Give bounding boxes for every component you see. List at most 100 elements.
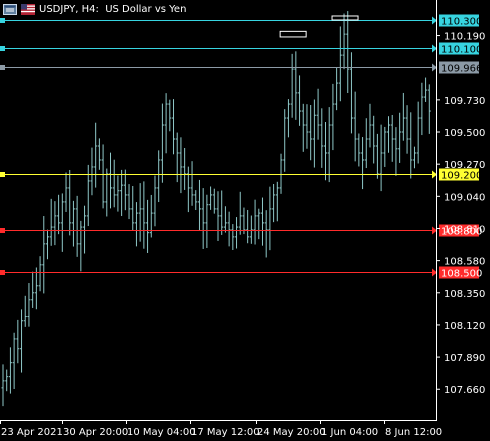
price-tick-label: 108.580 [444,257,485,268]
price-bar [246,209,250,244]
level-handle[interactable] [0,270,5,275]
price-bar [134,202,138,247]
price-chart[interactable]: 110.300 110.100 109.966 109.200 108.800 108.5… [0,0,490,441]
price-bar [420,82,424,136]
price-bar [309,105,313,161]
price-tick-label: 109.730 [444,96,485,107]
level-label: 110.300 [441,17,482,28]
price-bar [342,13,346,70]
price-bar [375,133,379,179]
price-bar [368,103,372,148]
price-bar [212,188,216,214]
price-bar [412,146,416,169]
price-tick-label: 108.810 [444,224,485,235]
price-bar [209,186,213,210]
price-bar [186,166,190,213]
price-bar [168,99,172,132]
price-bar [290,53,294,118]
chart-header: USDJPY, H4: US Dollar vs Yen [3,2,186,16]
price-bar [83,205,87,254]
price-bar [275,181,279,222]
window-icon[interactable] [3,3,17,15]
time-axis-label: 10 May 04:00 [127,427,196,438]
price-bar [127,184,131,220]
level-handle[interactable] [0,65,5,70]
time-axis-label: 8 Jun 12:00 [385,427,442,438]
price-bar [138,183,142,242]
price-bar [190,161,194,206]
price-bar [331,83,335,151]
price-bar [194,190,198,210]
price-bar [227,211,231,247]
price-bar [320,108,324,168]
price-bar [361,137,365,190]
price-bar [120,169,124,217]
price-bar [16,319,20,364]
price-bar [372,115,376,164]
price-bar [75,195,79,257]
time-axis-label: 1 Jun 04:00 [321,427,378,438]
level-line-cyan[interactable]: 110.100 [0,42,482,56]
price-bar [427,84,431,134]
price-bar [131,186,135,231]
price-bar [57,194,61,235]
price-bar [238,191,242,235]
price-bar [79,220,83,272]
price-tick-label: 109.270 [444,160,485,171]
price-bar [68,169,72,236]
price-bar [231,224,235,251]
price-bar [220,190,224,235]
price-bar [286,99,290,138]
price-bar [105,168,109,217]
price-bar [387,116,391,153]
price-levels: 110.300 110.100 109.966 109.200 108.800 108.5… [0,14,482,280]
price-bar [112,159,116,208]
level-handle[interactable] [0,228,5,233]
price-bar [197,179,201,231]
time-axis-label: 23 Apr 2021 [1,427,63,438]
level-handle[interactable] [0,46,5,51]
price-bar [123,169,127,211]
price-bar [353,91,357,162]
price-tick-label: 107.890 [444,353,485,364]
price-axis-ticks: 110.190 109.730 109.500 109.270 109.040 108.8… [436,32,485,396]
price-bar [20,309,24,373]
price-bar [183,147,187,190]
price-bar [1,364,5,407]
price-bar [390,114,394,162]
price-bar [409,112,413,179]
price-bar [424,77,428,102]
price-bar [205,194,209,248]
level-handle[interactable] [0,172,5,177]
price-bar [294,51,298,120]
price-bar [357,133,361,167]
level-handle[interactable] [0,18,5,23]
price-bar [338,26,342,102]
level-line-yellow[interactable]: 109.200 [0,168,482,182]
range-box[interactable] [331,15,359,21]
price-tick-label: 109.500 [444,128,485,139]
price-bar [324,121,327,181]
price-bar [364,118,368,169]
price-bar [235,217,239,249]
price-bar [146,199,150,253]
level-line-red[interactable]: 108.500 [0,266,482,280]
level-label: 110.100 [441,45,482,56]
price-bar [149,194,153,238]
level-line-gray[interactable]: 109.966 [0,61,482,75]
price-bar [249,215,253,244]
range-box[interactable] [279,30,307,38]
price-bar [301,103,305,152]
time-axis-label: 24 May 20:00 [257,427,326,438]
price-tick-label: 109.040 [444,192,485,203]
level-line-cyan[interactable]: 110.300 [0,14,482,28]
price-bar [38,256,42,292]
price-bar [71,200,75,247]
flag-icon [21,3,35,15]
price-bar [257,208,261,240]
price-bar [260,197,264,246]
level-line-red[interactable]: 108.800 [0,224,482,238]
price-bars [1,11,431,407]
price-bar [268,186,272,251]
price-bar [53,201,57,246]
